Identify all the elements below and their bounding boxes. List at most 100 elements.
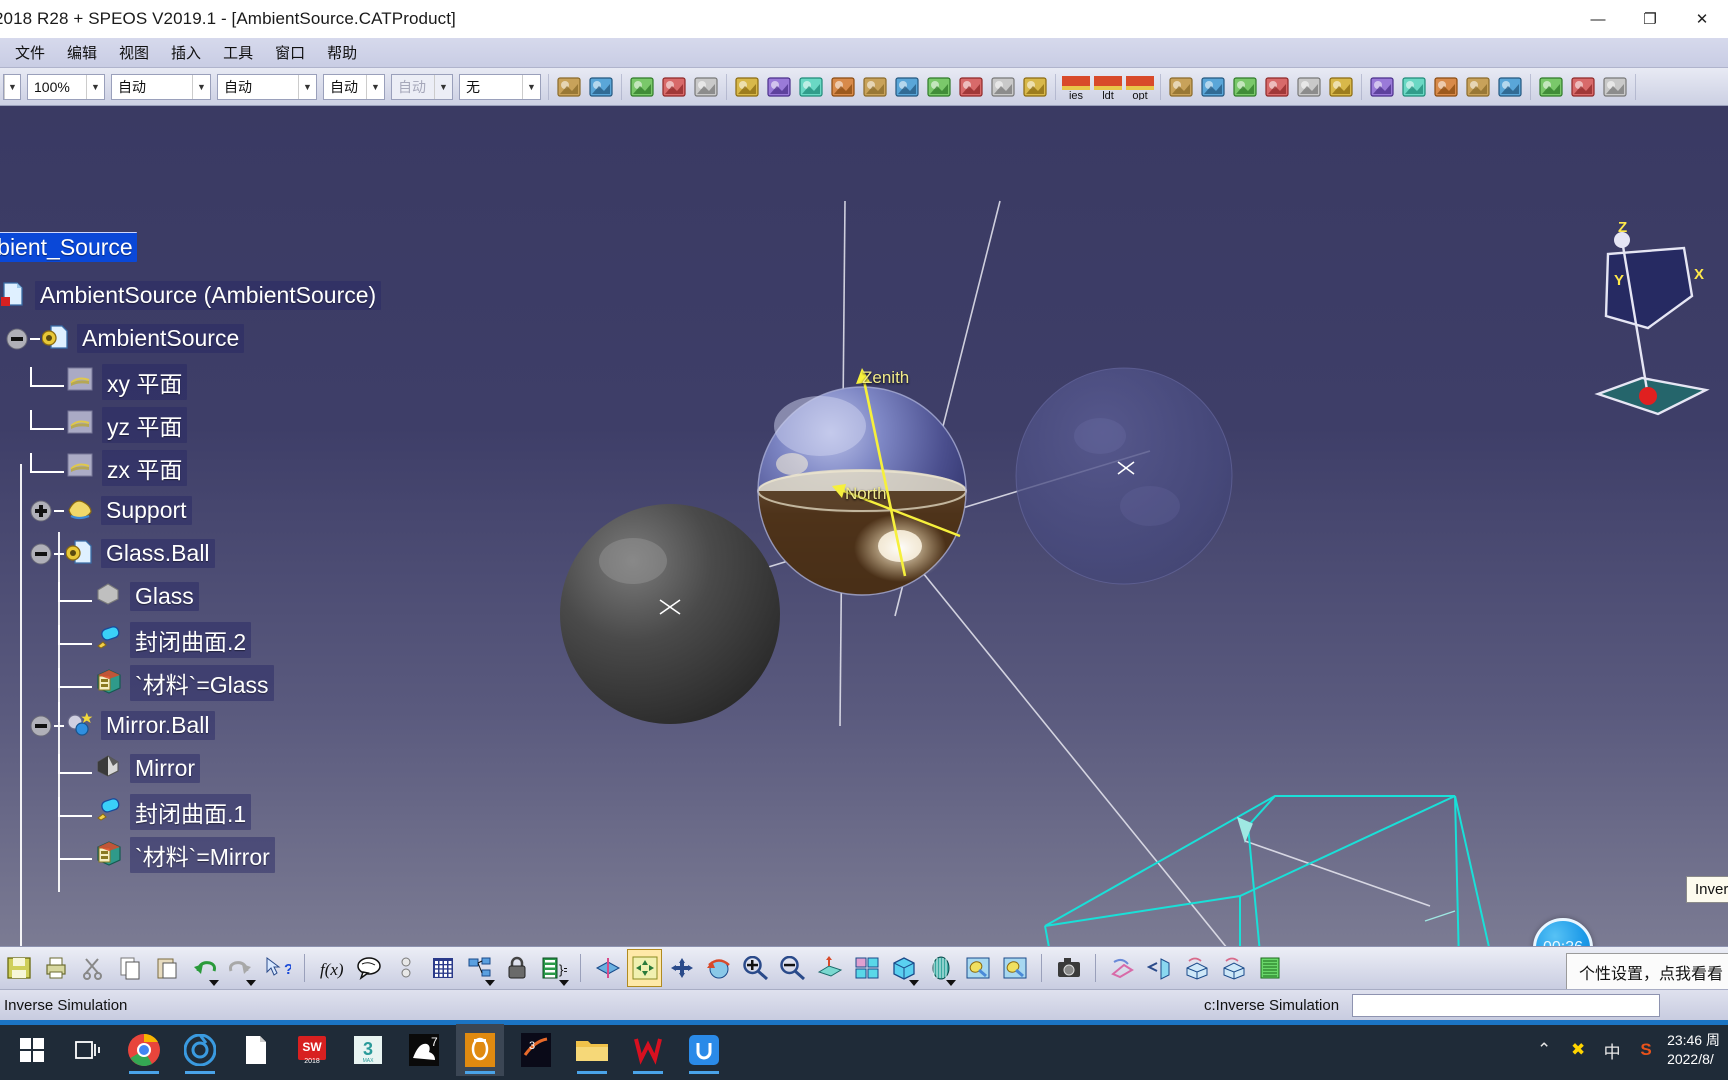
optical-sphere-icon[interactable] [732,72,762,102]
tree-row[interactable]: `材料`=Glass [0,661,274,704]
formula-fx-icon[interactable]: f(x) [315,950,348,986]
tree-item-closed-surface-1[interactable]: 封闭曲面.1 [130,793,252,830]
security-shield-icon[interactable]: ✖ [1561,1020,1595,1080]
undo-icon[interactable] [187,950,220,986]
tree-row[interactable]: zx 平面 [0,446,188,489]
source-surface-icon[interactable] [1230,72,1260,102]
tree-row[interactable]: Glass [0,575,199,618]
normal-view-icon[interactable] [813,950,846,986]
export-icon[interactable] [1536,72,1566,102]
render-style-icon[interactable] [998,950,1031,986]
keyshot-icon[interactable] [176,1024,224,1076]
measure-icon[interactable] [956,72,986,102]
tree-row[interactable]: 封闭曲面.2 [0,618,252,661]
enhanced-scene-2-icon[interactable] [1217,950,1250,986]
tree-root-rename-field[interactable]: mbient_Source [0,232,137,262]
close-button[interactable]: ✕ [1676,0,1728,38]
zoom-in-icon[interactable] [739,950,772,986]
file-explorer-icon[interactable] [568,1024,616,1076]
tree-item-mirror[interactable]: Mirror [130,754,201,783]
3dsmax-icon[interactable]: 3 MAX [344,1024,392,1076]
spectrum-icon[interactable] [1020,72,1050,102]
parameter-list-icon[interactable]: }= [537,950,570,986]
source-light-icon[interactable] [1166,72,1196,102]
whats-this-icon[interactable]: ? [261,950,294,986]
dropdown-arrow-icon[interactable] [485,980,495,986]
sim-batch-icon[interactable] [1495,72,1525,102]
bar-chart-icon[interactable] [988,72,1018,102]
menu-edit[interactable]: 编辑 [56,39,108,66]
menu-help[interactable]: 帮助 [316,39,368,66]
camera-capture-icon[interactable] [1052,950,1085,986]
paste-icon[interactable] [150,950,183,986]
none-combo[interactable]: 无 ▼ [459,73,541,100]
maximize-button[interactable]: ❐ [1624,0,1676,38]
tree-row[interactable]: AmbientSource [0,317,245,360]
rotate-icon[interactable] [702,950,735,986]
dropdown-arrow-icon[interactable] [946,980,956,986]
sensor-open-icon[interactable] [1294,72,1324,102]
leading-combo-stub[interactable]: ▼ [3,73,21,100]
enhanced-scene-1-icon[interactable] [1180,950,1213,986]
wps-icon[interactable] [624,1024,672,1076]
photo-render-icon[interactable] [659,72,689,102]
knowledge-icon[interactable] [389,950,422,986]
archive-icon[interactable] [1600,72,1630,102]
tree-item-zx-plane[interactable]: zx 平面 [102,449,188,486]
menu-file[interactable]: 文件 [4,39,56,66]
print-icon[interactable] [39,950,72,986]
pan-icon[interactable] [665,950,698,986]
tree-expander-minus[interactable] [6,328,28,350]
shading-style-icon[interactable] [924,950,957,986]
material-green-icon[interactable] [828,72,858,102]
solidworks-2018-icon[interactable]: SW 2018 [288,1024,336,1076]
cut-icon[interactable] [76,950,109,986]
import-icon[interactable] [1568,72,1598,102]
catalog-icon[interactable] [1254,950,1287,986]
opt-file-icon[interactable]: opt [1125,72,1155,102]
tree-expander-plus[interactable] [30,500,52,522]
3d-viewport[interactable]: Zenith North Z Y X mbient_Source AmbientS… [0,106,1728,946]
scissors-icon[interactable] [924,72,954,102]
menu-window[interactable]: 窗口 [264,39,316,66]
task-view-icon[interactable] [64,1024,112,1076]
command-input[interactable] [1352,994,1660,1017]
isometric-view-icon[interactable] [887,950,920,986]
minimize-button[interactable]: — [1572,0,1624,38]
layer-combo[interactable]: 自动 ▼ [217,73,317,100]
sim-interactive-icon[interactable] [1431,72,1461,102]
show-hidden-icons-chevron[interactable]: ⌃ [1527,1020,1561,1080]
optical-surface-icon[interactable] [764,72,794,102]
tree-row[interactable]: Mirror.Ball [0,704,215,747]
fit-all-in-icon[interactable] [627,949,662,987]
tree-item-closed-surface-2[interactable]: 封闭曲面.2 [130,621,252,658]
ldt-file-icon[interactable]: ldt [1093,72,1123,102]
personalize-hint-bubble[interactable]: 个性设置，点我看看 [1566,953,1728,999]
fly-mode-icon[interactable] [591,950,624,986]
tree-row[interactable]: Support [0,489,192,532]
paint-brush-icon[interactable] [554,72,584,102]
color-palette-icon[interactable] [586,72,616,102]
lock-icon[interactable] [500,950,533,986]
calculator-icon[interactable] [426,950,459,986]
menu-tools[interactable]: 工具 [212,39,264,66]
catia-icon[interactable] [456,1024,504,1076]
tree-expander-minus[interactable] [30,715,52,737]
tree-row[interactable]: yz 平面 [0,403,188,446]
apply-material-icon[interactable] [961,950,994,986]
texture-map-icon[interactable] [627,72,657,102]
tree-row[interactable]: Mirror [0,747,201,790]
tree-item-glass-ball[interactable]: Glass.Ball [101,539,215,568]
tree-item-glass[interactable]: Glass [130,582,199,611]
tree-row[interactable]: xy 平面 [0,360,188,403]
tree-row[interactable]: `材料`=Mirror [0,833,275,876]
dropdown-arrow-icon[interactable] [909,980,919,986]
tree-row[interactable]: Glass.Ball [0,532,215,575]
tree-item-mirror-ball[interactable]: Mirror.Ball [101,711,215,740]
material-orange-icon[interactable] [892,72,922,102]
rhino-icon[interactable]: 7 [400,1024,448,1076]
zoom-level-combo[interactable]: 100% ▼ [27,73,105,100]
sensor-camera-icon[interactable] [1326,72,1356,102]
source-ambient-icon[interactable] [1198,72,1228,102]
tree-item-xy-plane[interactable]: xy 平面 [102,363,188,400]
